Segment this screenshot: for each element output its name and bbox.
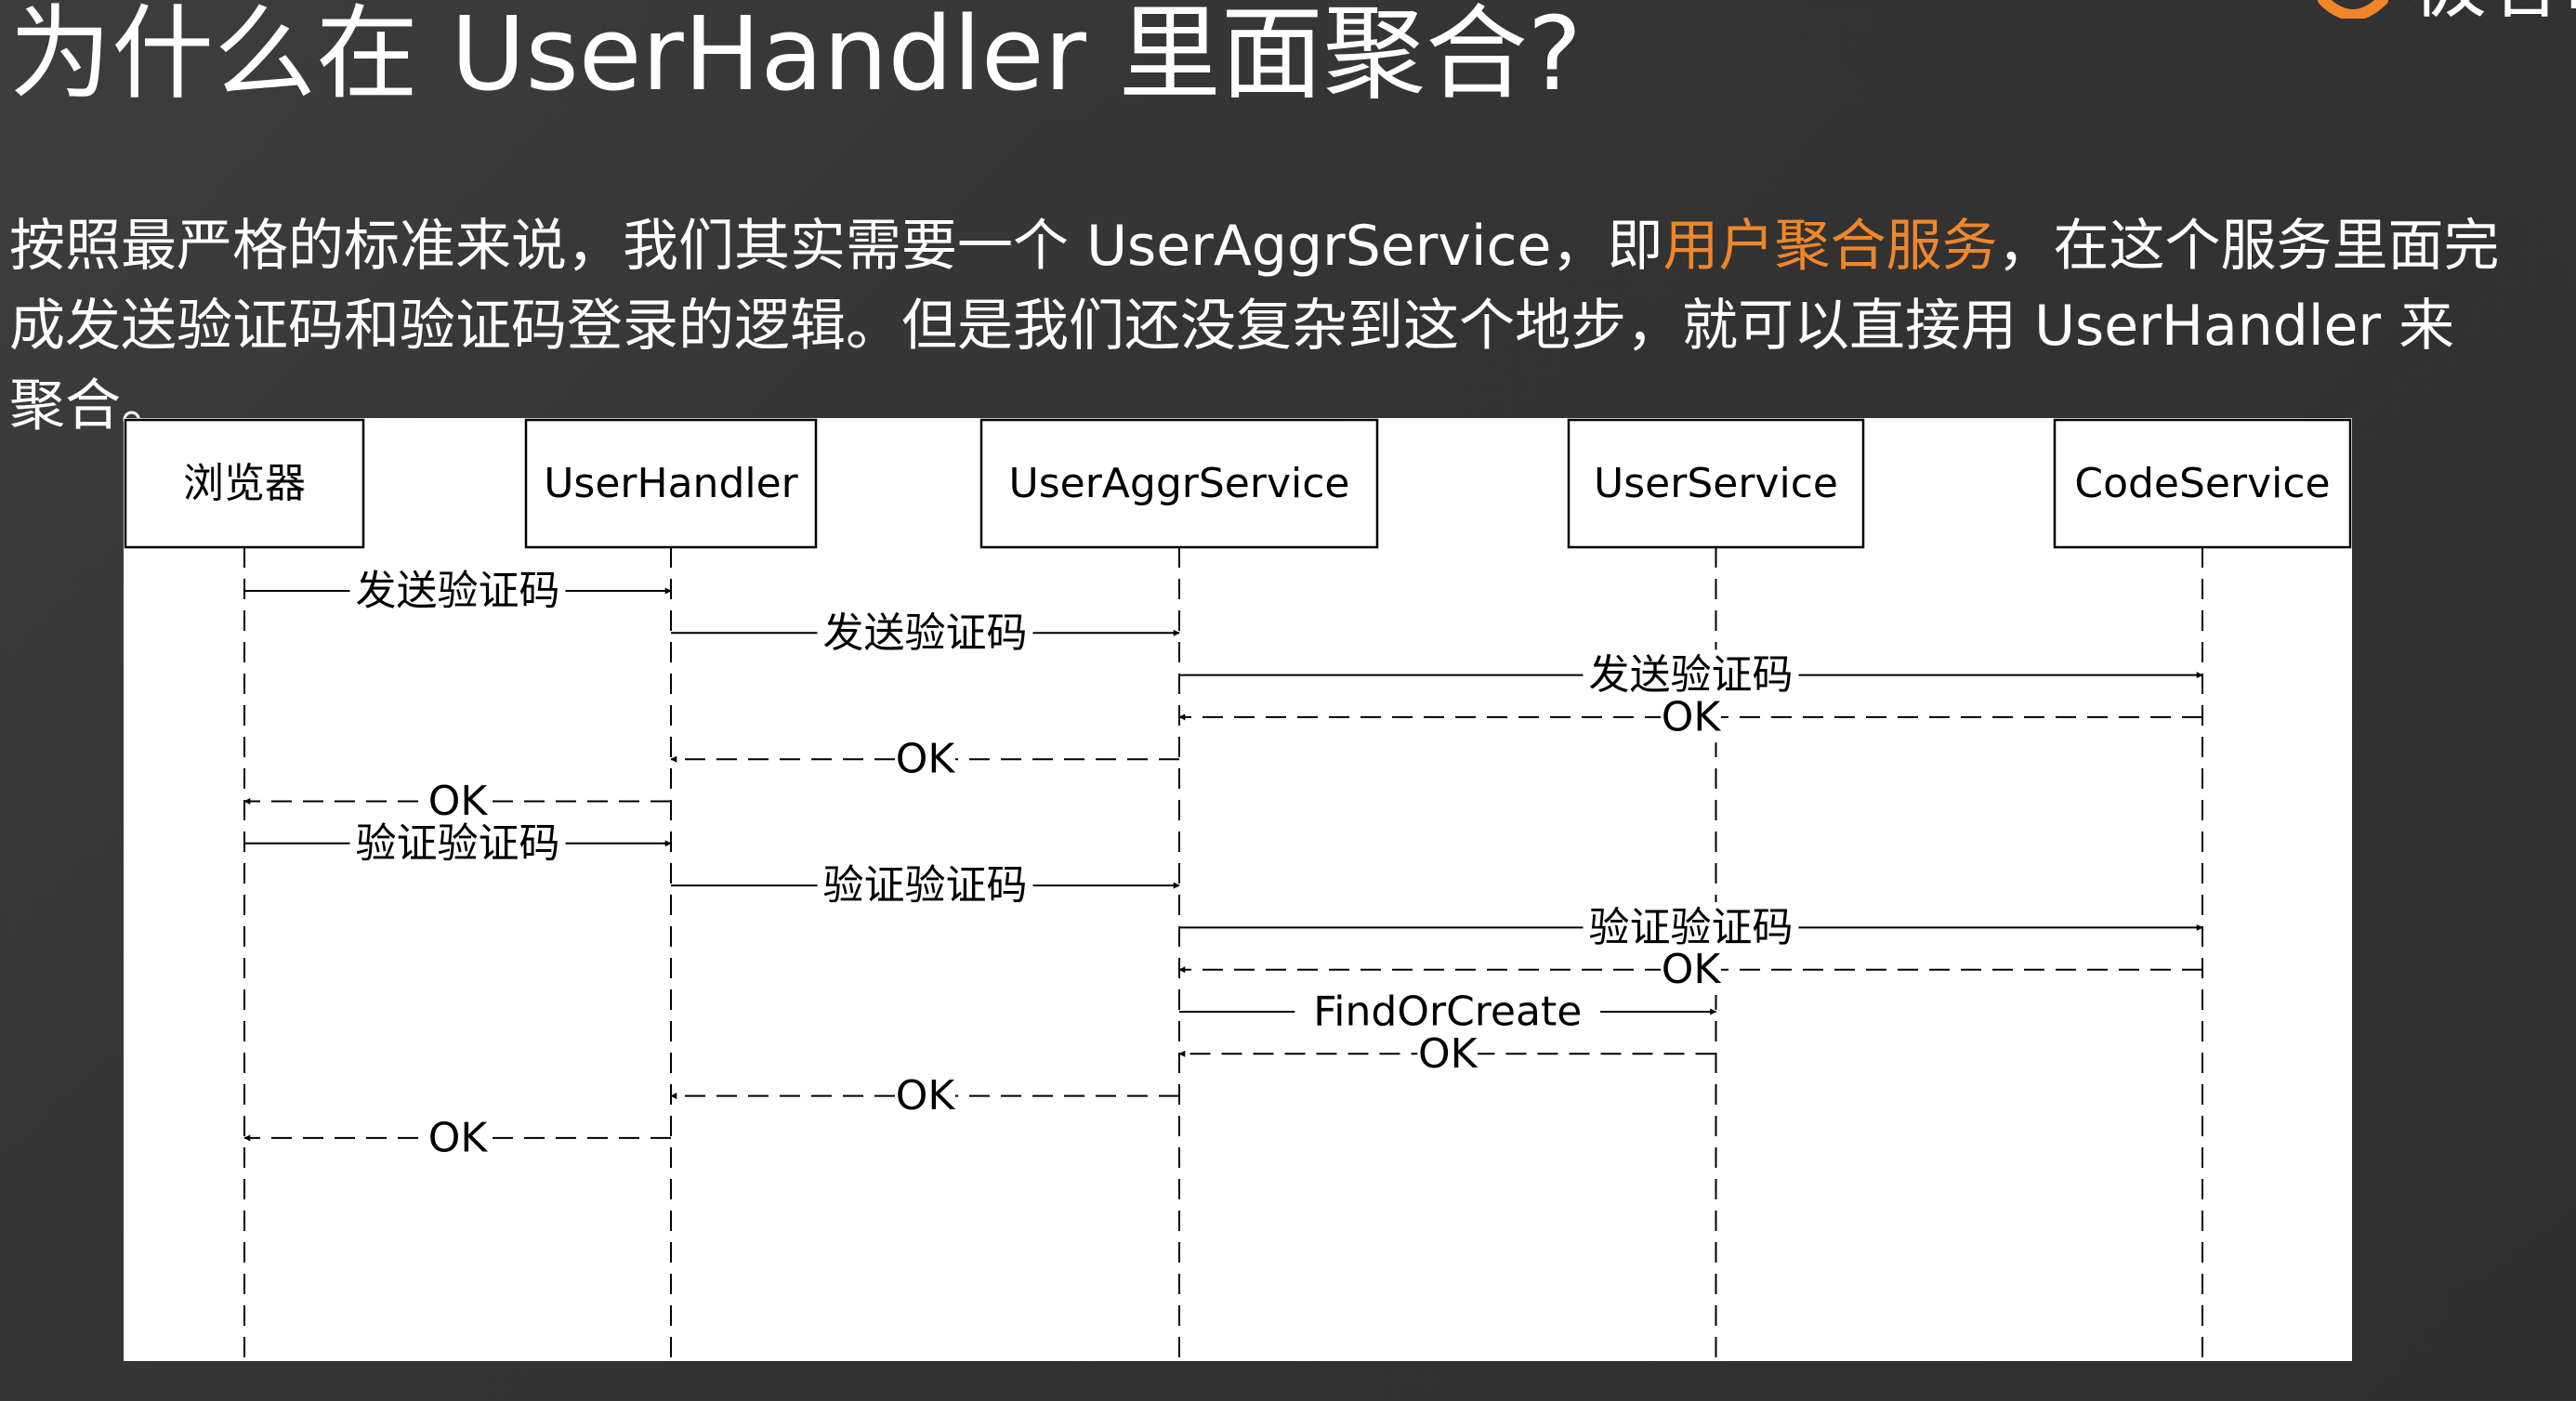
message-label-1: 发送验证码 [823, 609, 1028, 657]
message-label-3: OK [1662, 693, 1722, 740]
participant-label-browser: 浏览器 [183, 460, 306, 507]
message-label-4: OK [896, 736, 956, 783]
participant-label-code: CodeService [2074, 460, 2330, 507]
sequence-diagram-canvas: 浏览器 UserHandler UserAggrService UserService… [124, 418, 2352, 1361]
message-label-12: OK [896, 1072, 956, 1119]
intro-paragraph: 按照最严格的标准来说，我们其实需要一个 UserAggrService，即用户聚… [9, 206, 2500, 446]
message-label-7: 验证验证码 [823, 862, 1028, 910]
geektime-logo-icon [2318, 0, 2388, 19]
message-label-9: OK [1662, 946, 1722, 993]
message-label-6: 验证验证码 [356, 819, 560, 867]
message-label-8: 验证验证码 [1589, 904, 1794, 951]
message-label-11: OK [1418, 1030, 1479, 1078]
message-label-5: OK [428, 778, 489, 825]
message-label-0: 发送验证码 [356, 568, 560, 615]
intro-highlight: 用户聚合服务 [1663, 214, 1998, 279]
sequence-diagram: 浏览器 UserHandler UserAggrService UserService… [124, 418, 2352, 1361]
brand-name: 极客时 [2409, 0, 2576, 22]
message-label-13: OK [428, 1114, 489, 1161]
participant-label-handler: UserHandler [544, 460, 798, 507]
message-label-2: 发送验证码 [1589, 651, 1794, 699]
participant-label-aggr: UserAggrService [1009, 460, 1350, 507]
message-label-10: FindOrCreate [1313, 989, 1582, 1036]
slide-title: 为什么在 UserHandler 里面聚合? [9, 0, 1583, 113]
brand-logo: 极客时 [2307, 0, 2576, 28]
intro-text-before: 按照最严格的标准来说，我们其实需要一个 UserAggrService，即 [9, 214, 1663, 279]
participant-label-user: UserService [1594, 460, 1838, 507]
